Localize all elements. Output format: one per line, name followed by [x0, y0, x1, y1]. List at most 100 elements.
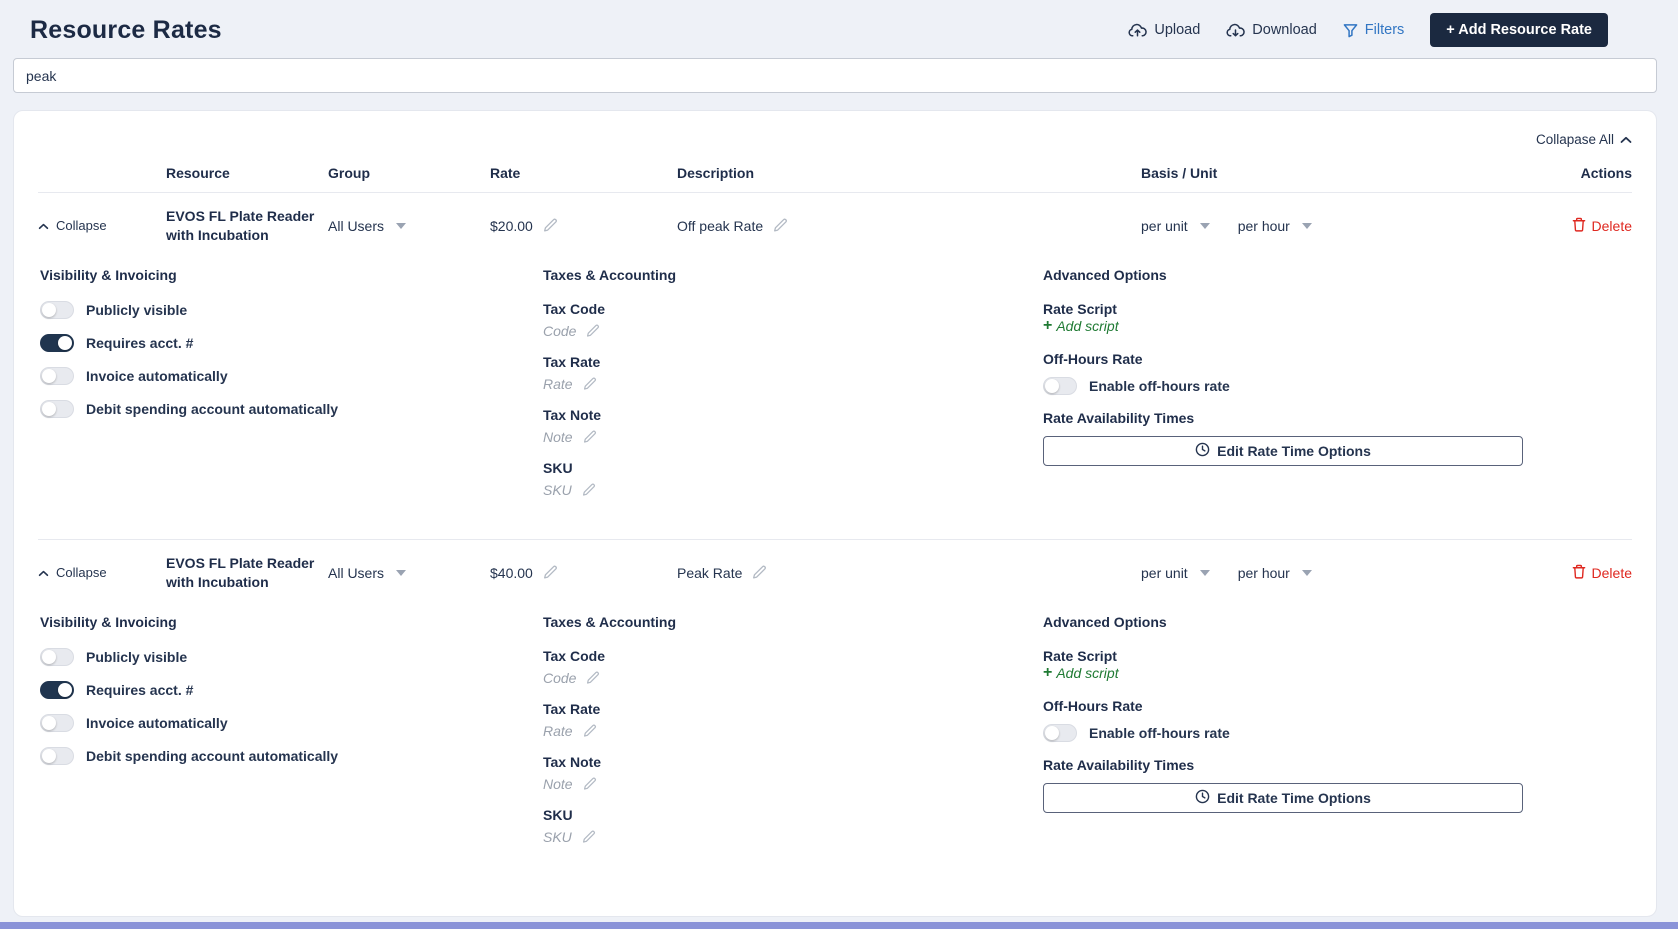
resource-name: EVOS FL Plate Reader with Incubation: [166, 554, 316, 592]
group-value: All Users: [328, 565, 384, 581]
resource-name: EVOS FL Plate Reader with Incubation: [166, 207, 316, 245]
chevron-up-icon: [38, 565, 49, 580]
add-script-button[interactable]: + Add script: [1043, 664, 1632, 682]
group-value: All Users: [328, 218, 384, 234]
enable-off-hours-toggle[interactable]: [1043, 724, 1077, 742]
rate-value: $20.00: [490, 218, 533, 234]
edit-pencil-icon[interactable]: [543, 218, 558, 233]
edit-pencil-icon[interactable]: [773, 218, 788, 233]
trash-icon: [1572, 564, 1586, 582]
tax-note-label: Tax Note: [543, 407, 1043, 423]
rate-row: Collapse EVOS FL Plate Reader with Incub…: [38, 540, 1632, 886]
collapse-all-top[interactable]: Collapase All: [38, 111, 1632, 153]
off-hours-label: Off-Hours Rate: [1043, 698, 1632, 714]
taxes-section: Taxes & Accounting Tax Code Code Tax Rat…: [543, 267, 1043, 513]
sku-label: SKU: [543, 807, 1043, 823]
row-collapse-button[interactable]: Collapse: [38, 218, 166, 233]
tax-note-field[interactable]: Note: [543, 776, 1043, 792]
basis-select[interactable]: per unit: [1141, 565, 1210, 581]
page-title: Resource Rates: [30, 16, 222, 45]
resource-rates-card: Collapase All Resource Group Rate Descri…: [13, 110, 1657, 917]
invoice-automatically-toggle[interactable]: [40, 367, 74, 385]
collapse-label: Collapse: [56, 218, 107, 233]
chevron-down-icon: [1200, 223, 1210, 229]
requires-acct-toggle[interactable]: [40, 334, 74, 352]
debit-spending-toggle[interactable]: [40, 747, 74, 765]
cloud-download-icon: [1226, 23, 1245, 38]
rate-script-label: Rate Script: [1043, 301, 1632, 317]
plus-icon: +: [1043, 664, 1052, 682]
edit-pencil-icon: [583, 777, 597, 791]
edit-pencil-icon[interactable]: [543, 565, 558, 580]
add-script-button[interactable]: + Add script: [1043, 317, 1632, 335]
download-label: Download: [1252, 22, 1317, 38]
requires-acct-toggle[interactable]: [40, 681, 74, 699]
download-button[interactable]: Download: [1226, 22, 1317, 38]
tax-rate-label: Tax Rate: [543, 354, 1043, 370]
advanced-section-title: Advanced Options: [1043, 267, 1632, 283]
add-script-label: Add script: [1056, 665, 1118, 681]
tax-code-field[interactable]: Code: [543, 323, 1043, 339]
rate-cell: $40.00: [490, 565, 677, 581]
tax-code-field[interactable]: Code: [543, 670, 1043, 686]
column-header-group: Group: [328, 165, 490, 181]
tax-rate-field[interactable]: Rate: [543, 723, 1043, 739]
chevron-up-icon: [38, 218, 49, 233]
upload-button[interactable]: Upload: [1128, 22, 1200, 38]
publicly-visible-toggle[interactable]: [40, 301, 74, 319]
description-cell: Peak Rate: [677, 565, 1041, 581]
invoice-automatically-toggle[interactable]: [40, 714, 74, 732]
upload-label: Upload: [1154, 22, 1200, 38]
filters-button[interactable]: Filters: [1343, 22, 1404, 38]
unit-value: per hour: [1238, 565, 1290, 581]
rate-availability-label: Rate Availability Times: [1043, 757, 1632, 773]
enable-off-hours-toggle[interactable]: [1043, 377, 1077, 395]
edit-pencil-icon[interactable]: [752, 565, 767, 580]
tax-code-label: Tax Code: [543, 301, 1043, 317]
edit-rate-time-options-button[interactable]: Edit Rate Time Options: [1043, 436, 1523, 466]
basis-select[interactable]: per unit: [1141, 218, 1210, 234]
publicly-visible-label: Publicly visible: [86, 649, 187, 665]
edit-pencil-icon: [583, 430, 597, 444]
row-collapse-button[interactable]: Collapse: [38, 565, 166, 580]
tax-rate-label: Tax Rate: [543, 701, 1043, 717]
unit-value: per hour: [1238, 218, 1290, 234]
visibility-section-title: Visibility & Invoicing: [40, 614, 543, 630]
advanced-section: Advanced Options Rate Script + Add scrip…: [1043, 614, 1632, 860]
rate-cell: $20.00: [490, 218, 677, 234]
chevron-down-icon: [1302, 570, 1312, 576]
search-input[interactable]: [13, 58, 1657, 93]
delete-button[interactable]: Delete: [1512, 217, 1632, 235]
chevron-up-icon: [1620, 132, 1632, 147]
debit-spending-toggle[interactable]: [40, 400, 74, 418]
tax-rate-placeholder: Rate: [543, 376, 573, 392]
group-select[interactable]: All Users: [328, 218, 490, 234]
rate-availability-label: Rate Availability Times: [1043, 410, 1632, 426]
delete-button[interactable]: Delete: [1512, 564, 1632, 582]
enable-off-hours-label: Enable off-hours rate: [1089, 725, 1230, 741]
invoice-automatically-label: Invoice automatically: [86, 368, 228, 384]
unit-select[interactable]: per hour: [1238, 565, 1312, 581]
tax-rate-field[interactable]: Rate: [543, 376, 1043, 392]
collapse-label: Collapse: [56, 565, 107, 580]
unit-select[interactable]: per hour: [1238, 218, 1312, 234]
horizontal-scrollbar[interactable]: [0, 922, 1678, 929]
taxes-section-title: Taxes & Accounting: [543, 267, 1043, 283]
add-resource-rate-button[interactable]: + Add Resource Rate: [1430, 13, 1608, 47]
publicly-visible-toggle[interactable]: [40, 648, 74, 666]
tax-note-placeholder: Note: [543, 776, 573, 792]
advanced-section-title: Advanced Options: [1043, 614, 1632, 630]
chevron-down-icon: [396, 223, 406, 229]
visibility-section: Visibility & Invoicing Publicly visible …: [40, 614, 543, 860]
description-value: Off peak Rate: [677, 218, 763, 234]
sku-field[interactable]: SKU: [543, 829, 1043, 845]
group-select[interactable]: All Users: [328, 565, 490, 581]
tax-rate-placeholder: Rate: [543, 723, 573, 739]
sku-field[interactable]: SKU: [543, 482, 1043, 498]
debit-spending-label: Debit spending account automatically: [86, 401, 338, 417]
column-header-description: Description: [677, 165, 1041, 181]
edit-rate-time-options-button[interactable]: Edit Rate Time Options: [1043, 783, 1523, 813]
edit-rate-time-label: Edit Rate Time Options: [1217, 443, 1371, 459]
tax-note-field[interactable]: Note: [543, 429, 1043, 445]
requires-acct-label: Requires acct. #: [86, 682, 193, 698]
